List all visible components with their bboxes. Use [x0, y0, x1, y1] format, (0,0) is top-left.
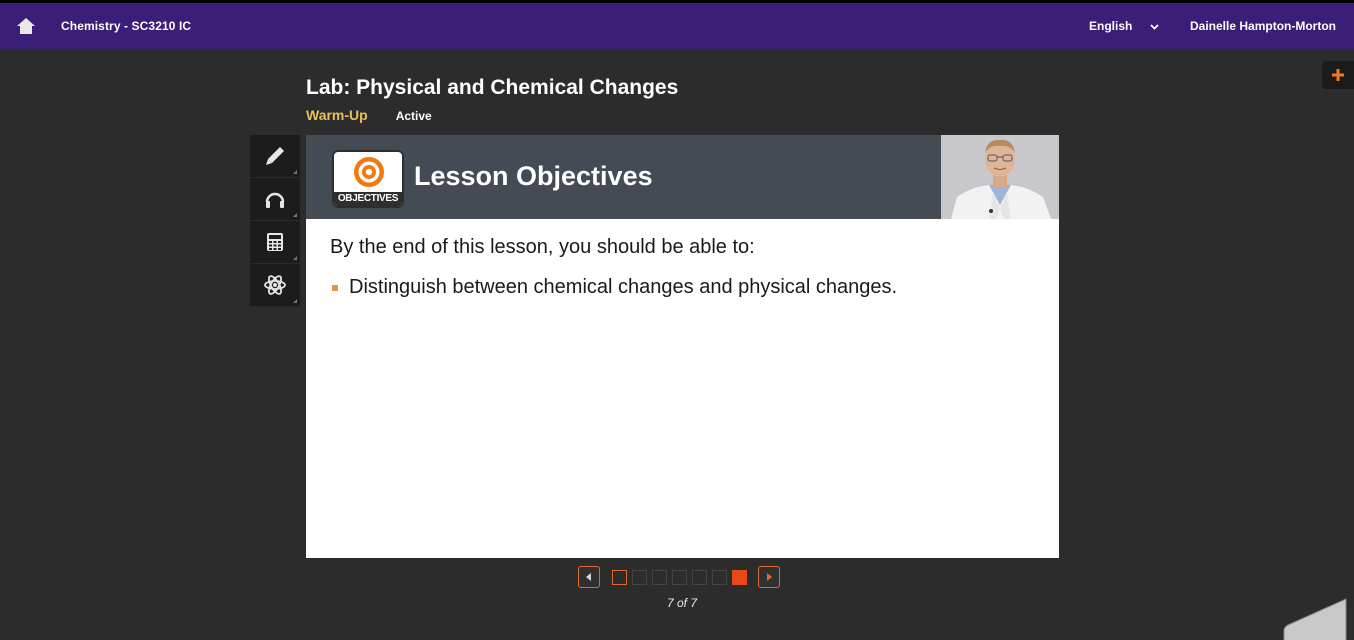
- resize-handle[interactable]: [1282, 597, 1354, 640]
- user-menu[interactable]: Dainelle Hampton-Morton: [1190, 3, 1336, 49]
- headphones-icon: [265, 192, 285, 208]
- previous-slide-button[interactable]: [578, 566, 600, 588]
- page-indicator-6[interactable]: [712, 569, 727, 585]
- status-badge: Active: [395, 109, 432, 123]
- audio-tool-button[interactable]: [250, 178, 300, 221]
- home-icon: [17, 18, 35, 34]
- page-indicator-3[interactable]: [652, 569, 667, 585]
- language-value: English: [1089, 19, 1133, 33]
- chevron-left-icon: [586, 573, 591, 581]
- instructor-video[interactable]: [941, 135, 1059, 219]
- objectives-icon: OBJECTIVES: [332, 150, 404, 208]
- tool-corner: [293, 213, 297, 217]
- page-indicator-7[interactable]: [732, 569, 747, 585]
- chevron-right-icon: [767, 573, 772, 581]
- periodic-table-tool-button[interactable]: [250, 264, 300, 307]
- lesson-title: Lab: Physical and Chemical Changes: [306, 76, 679, 99]
- page-indicator-5[interactable]: [692, 569, 707, 585]
- lesson-subheader: Warm-Up Active: [306, 107, 432, 123]
- page-indicators: [612, 569, 747, 585]
- next-slide-button[interactable]: [758, 566, 780, 588]
- list-item-text: Distinguish between chemical changes and…: [349, 276, 898, 298]
- lesson-section: Warm-Up: [306, 107, 368, 123]
- corner-triangle-icon: [1283, 598, 1347, 640]
- slide-pager: [578, 565, 780, 589]
- tool-corner: [293, 170, 297, 174]
- tool-corner: [293, 299, 297, 303]
- page-indicator-2[interactable]: [632, 569, 647, 585]
- add-button[interactable]: [1322, 61, 1354, 89]
- tool-strip: [250, 135, 300, 307]
- course-title[interactable]: Chemistry - SC3210 IC: [61, 19, 191, 33]
- tool-corner: [293, 256, 297, 260]
- instructor-image: [941, 135, 1059, 219]
- app-page: Chemistry - SC3210 IC English Dainelle H…: [0, 0, 1354, 640]
- language-select[interactable]: English: [1089, 3, 1159, 49]
- slide-intro: By the end of this lesson, you should be…: [330, 236, 755, 258]
- plus-icon: [1332, 69, 1344, 81]
- page-count: 7 of 7: [666, 596, 698, 610]
- page-indicator-4[interactable]: [672, 569, 687, 585]
- pencil-tool-button[interactable]: [250, 135, 300, 178]
- top-bar: Chemistry - SC3210 IC English Dainelle H…: [0, 3, 1354, 49]
- slide-heading: Lesson Objectives: [414, 161, 653, 191]
- objectives-icon-label: OBJECTIVES: [334, 192, 402, 206]
- bullet-icon: [332, 284, 338, 291]
- lesson-slide: OBJECTIVES Lesson Objectives By the end …: [306, 135, 1059, 558]
- calculator-icon: [267, 233, 283, 251]
- pencil-icon: [266, 147, 284, 165]
- home-button[interactable]: [14, 14, 38, 38]
- page-indicator-1[interactable]: [612, 569, 627, 585]
- calculator-tool-button[interactable]: [250, 221, 300, 264]
- slide-header: OBJECTIVES Lesson Objectives: [306, 135, 1059, 219]
- atom-icon: [264, 275, 286, 295]
- list-item: Distinguish between chemical changes and…: [332, 276, 897, 299]
- target-icon: [354, 157, 384, 187]
- chevron-down-icon: [1150, 19, 1159, 33]
